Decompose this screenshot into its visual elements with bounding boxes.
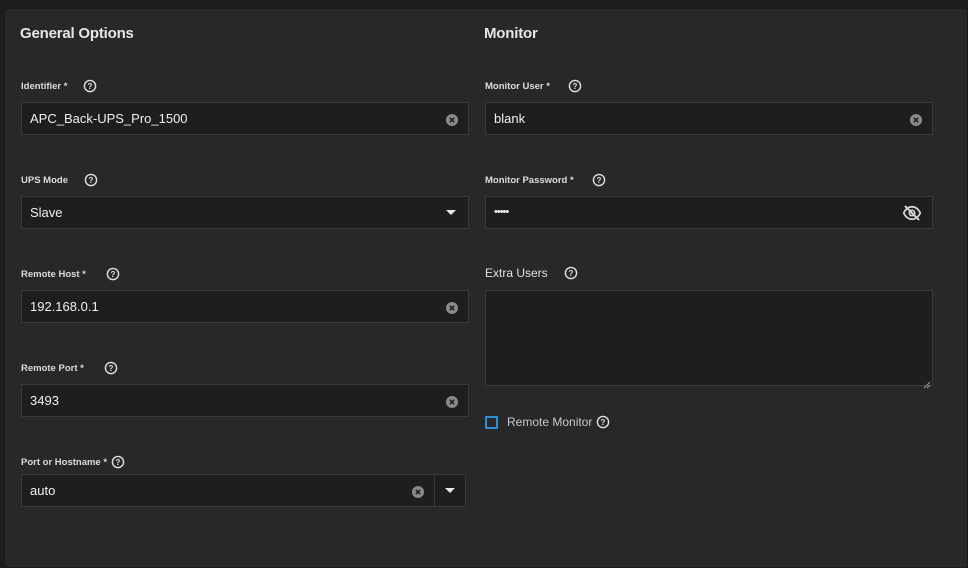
- svg-text:?: ?: [572, 82, 577, 91]
- remote-port-value: 3493: [30, 393, 59, 408]
- remote-monitor-row[interactable]: Remote Monitor ?: [485, 415, 610, 429]
- remote-port-input[interactable]: 3493: [21, 384, 469, 417]
- svg-text:?: ?: [88, 82, 93, 91]
- svg-text:?: ?: [568, 269, 573, 278]
- monitor-user-input[interactable]: blank: [485, 102, 933, 135]
- extra-users-textarea[interactable]: [485, 290, 933, 389]
- clear-icon[interactable]: [910, 113, 922, 126]
- extra-users-label-text: Extra Users: [485, 266, 548, 280]
- help-icon[interactable]: ?: [111, 455, 125, 469]
- remote-monitor-label: Remote Monitor: [507, 415, 593, 429]
- svg-text:?: ?: [601, 418, 606, 427]
- svg-text:?: ?: [89, 176, 94, 185]
- help-icon[interactable]: ?: [83, 79, 97, 93]
- remote-host-value: 192.168.0.1: [30, 299, 99, 314]
- svg-text:?: ?: [108, 364, 113, 373]
- ups-mode-label-text: UPS Mode: [21, 174, 68, 186]
- help-icon[interactable]: ?: [84, 173, 98, 187]
- svg-text:?: ?: [596, 176, 601, 185]
- identifier-value: APC_Back-UPS_Pro_1500: [30, 111, 188, 126]
- svg-text:?: ?: [116, 458, 121, 467]
- chevron-down-icon: [445, 488, 455, 493]
- remote-host-label-text: Remote Host *: [21, 268, 86, 280]
- help-icon[interactable]: ?: [596, 415, 610, 429]
- eye-off-icon[interactable]: [902, 203, 922, 223]
- identifier-input[interactable]: APC_Back-UPS_Pro_1500: [21, 102, 469, 135]
- ups-mode-label: UPS Mode ?: [21, 173, 98, 187]
- monitor-password-label-text: Monitor Password *: [485, 174, 574, 186]
- remote-port-label-text: Remote Port *: [21, 362, 84, 374]
- monitor-user-label-text: Monitor User *: [485, 80, 550, 92]
- remote-host-label: Remote Host * ?: [21, 267, 120, 281]
- identifier-label: Identifier * ?: [21, 79, 97, 93]
- identifier-label-text: Identifier *: [21, 80, 68, 92]
- clear-icon[interactable]: [446, 395, 458, 408]
- monitor-password-value: •••••: [494, 206, 509, 218]
- port-or-hostname-dropdown-button[interactable]: [435, 474, 466, 507]
- help-icon[interactable]: ?: [564, 266, 578, 280]
- port-or-hostname-value: auto: [30, 483, 56, 498]
- remote-host-input[interactable]: 192.168.0.1: [21, 290, 469, 323]
- remote-monitor-checkbox[interactable]: [485, 415, 498, 429]
- svg-text:?: ?: [110, 270, 115, 279]
- ups-mode-value: Slave: [30, 205, 63, 220]
- clear-icon[interactable]: [412, 485, 424, 498]
- help-icon[interactable]: ?: [106, 267, 120, 281]
- extra-users-label: Extra Users ?: [485, 266, 578, 280]
- monitor-password-input[interactable]: •••••: [485, 196, 933, 229]
- help-icon[interactable]: ?: [104, 361, 118, 375]
- monitor-title: Monitor: [484, 25, 538, 42]
- help-icon[interactable]: ?: [592, 173, 606, 187]
- monitor-user-label: Monitor User * ?: [485, 79, 582, 93]
- clear-icon[interactable]: [446, 301, 458, 314]
- port-or-hostname-label: Port or Hostname * ?: [21, 455, 125, 469]
- port-or-hostname-label-text: Port or Hostname *: [21, 456, 108, 468]
- monitor-password-label: Monitor Password * ?: [485, 173, 606, 187]
- help-icon[interactable]: ?: [568, 79, 582, 93]
- remote-port-label: Remote Port * ?: [21, 361, 118, 375]
- chevron-down-icon: [446, 210, 456, 215]
- monitor-user-value: blank: [494, 111, 526, 126]
- clear-icon[interactable]: [446, 113, 458, 126]
- resize-handle-icon[interactable]: [923, 376, 931, 389]
- port-or-hostname-input[interactable]: auto: [21, 474, 435, 507]
- ups-mode-select[interactable]: Slave: [21, 196, 469, 229]
- general-options-title: General Options: [20, 25, 134, 42]
